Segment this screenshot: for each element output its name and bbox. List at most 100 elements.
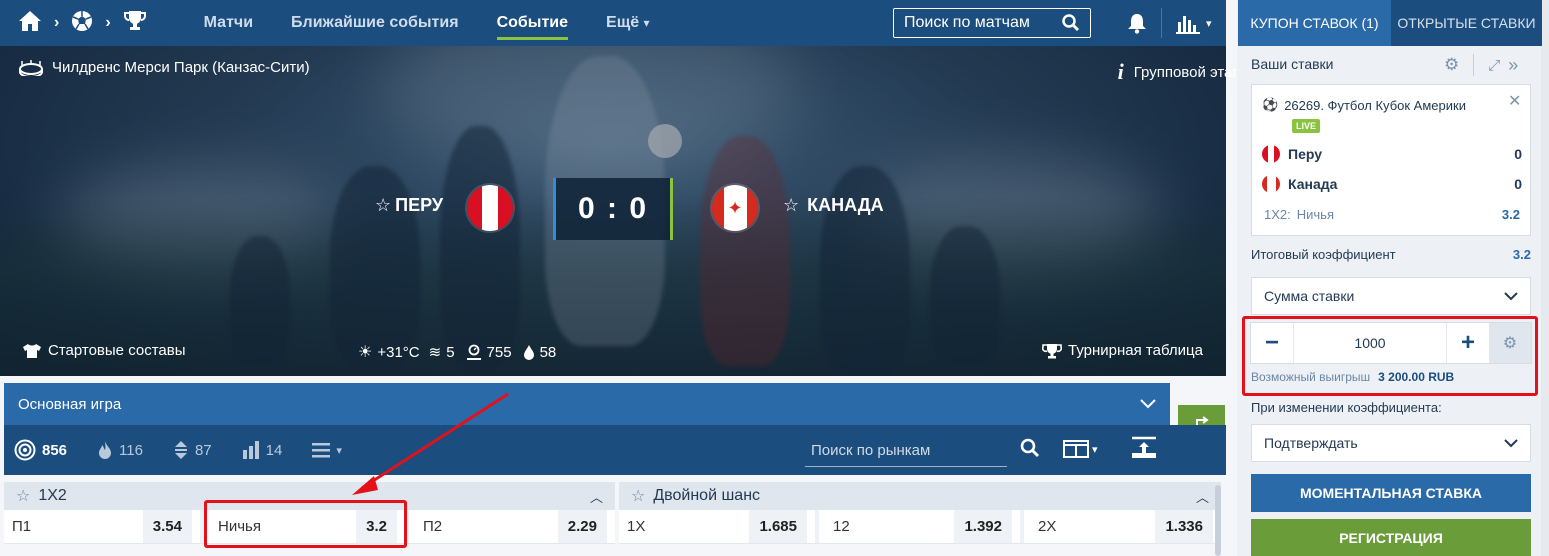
market-filter-bar: 856 116 87 14 ▾ xyxy=(4,425,1226,475)
outcome-1x[interactable]: 1X 1.685 xyxy=(619,510,819,543)
trophy-icon[interactable] xyxy=(123,10,147,37)
chevron-down-icon: ▾ xyxy=(1092,443,1098,456)
stats-menu[interactable]: ▾ xyxy=(1176,12,1212,34)
layout-toggle[interactable]: ▾ xyxy=(1063,440,1098,458)
pick-outcome: Ничья xyxy=(1296,207,1334,222)
outcome-row: 1X 1.685 12 1.392 2X 1.336 xyxy=(619,510,1221,544)
team-name: Канада xyxy=(1288,176,1338,192)
star-icon[interactable]: ☆ xyxy=(631,486,645,506)
tab-open-bets[interactable]: ОТКРЫТЫЕ СТАВКИ xyxy=(1391,0,1542,46)
away-team: ☆ КАНАДА xyxy=(783,195,884,216)
weather-info: ☀ +31°C ≋ 5 755 58 xyxy=(358,342,556,362)
outcome-odd: 2.29 xyxy=(557,510,607,543)
canada-flag-icon: ✦ xyxy=(712,185,758,231)
home-icon[interactable] xyxy=(18,10,42,37)
chevron-down-icon: ▾ xyxy=(1206,17,1212,30)
total-odds-value: 3.2 xyxy=(1512,247,1531,262)
filter-all[interactable]: 856 xyxy=(4,439,77,461)
outcome-12[interactable]: 12 1.392 xyxy=(819,510,1024,543)
main-menu: Матчи Ближайшие события Событие Ещё ▾ xyxy=(185,0,669,46)
away-team-name[interactable]: КАНАДА xyxy=(807,195,883,216)
divider xyxy=(1473,54,1475,76)
info-icon[interactable]: i xyxy=(1118,59,1124,85)
pressure: 755 xyxy=(486,343,512,361)
outcome-odd: 1.392 xyxy=(954,510,1012,543)
star-icon[interactable]: ☆ xyxy=(783,195,799,216)
outcome-away[interactable]: П2 2.29 xyxy=(409,510,615,543)
match-search-button[interactable]: Поиск по матчам xyxy=(893,8,1091,38)
pick-odd: 3.2 xyxy=(1501,207,1520,222)
outcome-label: П2 xyxy=(423,518,443,535)
scrollbar[interactable] xyxy=(1215,485,1221,556)
outcome-label: 1X xyxy=(627,518,646,535)
soccer-ball-icon[interactable] xyxy=(71,10,93,37)
peru-flag-icon xyxy=(1262,145,1280,163)
market-title: 1X2 xyxy=(38,487,67,504)
home-team: ☆ ПЕРУ xyxy=(375,195,443,216)
outcome-label: 12 xyxy=(833,518,850,535)
chevron-right-icon: › xyxy=(54,14,60,31)
stake-type-label: Сумма ставки xyxy=(1264,288,1355,304)
total-odds: Итоговый коэффициент 3.2 xyxy=(1251,247,1531,262)
team-score: 0 xyxy=(1514,176,1522,192)
search-icon xyxy=(1062,14,1080,32)
star-icon[interactable]: ☆ xyxy=(375,195,391,216)
venue-name: Чилдренс Мерси Парк (Канзас-Сити) xyxy=(52,59,310,76)
odds-change-select[interactable]: Подтверждать xyxy=(1251,424,1531,462)
filter-popular[interactable]: 116 xyxy=(87,440,153,460)
bar-chart-icon xyxy=(1176,16,1200,34)
bell-icon[interactable] xyxy=(1127,12,1147,39)
odds-change-value: Подтверждать xyxy=(1264,435,1358,451)
star-icon[interactable]: ☆ xyxy=(16,486,30,506)
nav-event[interactable]: Событие xyxy=(478,0,587,46)
close-icon[interactable]: ✕ xyxy=(1508,91,1521,111)
venue-info: Чилдренс Мерси Парк (Канзас-Сити) xyxy=(18,59,310,76)
wind-speed: 5 xyxy=(446,343,455,361)
register-button[interactable]: РЕГИСТРАЦИЯ xyxy=(1251,519,1531,556)
chevron-down-icon xyxy=(1504,291,1518,300)
columns-icon xyxy=(1063,440,1089,458)
outcome-label: П1 xyxy=(12,518,32,535)
outcome-2x[interactable]: 2X 1.336 xyxy=(1024,510,1221,543)
lineups-link[interactable]: Стартовые составы xyxy=(22,342,186,359)
team-score: 0 xyxy=(1514,146,1522,162)
filter-totals[interactable]: 87 xyxy=(163,440,222,460)
market-group-select[interactable]: Основная игра xyxy=(4,383,1170,425)
chevron-up-icon[interactable]: ︿ xyxy=(1196,487,1209,506)
standings-link[interactable]: Турнирная таблица xyxy=(1042,342,1203,359)
page-scrollbar[interactable] xyxy=(1541,0,1549,556)
humidity-icon xyxy=(523,345,534,360)
stake-type-select[interactable]: Сумма ставки xyxy=(1251,277,1531,315)
market-header[interactable]: ☆ Двойной шанс ︿ xyxy=(619,482,1221,510)
highlight-frame xyxy=(204,500,407,548)
bet-slip-tabs: КУПОН СТАВОК (1) ОТКРЫТЫЕ СТАВКИ xyxy=(1238,0,1542,46)
bet-event-title: 26269. Футбол Кубок Америки xyxy=(1284,97,1466,113)
instant-bet-button[interactable]: МОМЕНТАЛЬНАЯ СТАВКА xyxy=(1251,474,1531,512)
filter-stats[interactable]: 14 xyxy=(232,440,293,460)
double-chevron-right-icon[interactable]: » xyxy=(1508,55,1518,76)
home-team-name[interactable]: ПЕРУ xyxy=(395,195,443,216)
chevron-up-icon[interactable]: ︿ xyxy=(590,487,603,506)
bet-event: ⚽ 26269. Футбол Кубок Америки xyxy=(1262,97,1466,113)
nav-upcoming[interactable]: Ближайшие события xyxy=(272,0,478,46)
divider xyxy=(1161,8,1162,38)
match-search-label: Поиск по матчам xyxy=(904,14,1030,31)
bars-icon xyxy=(242,441,259,459)
gear-icon[interactable]: ⚙ xyxy=(1444,55,1459,75)
expand-icon[interactable]: ⤢ xyxy=(1488,57,1500,74)
lineups-label: Стартовые составы xyxy=(48,342,186,359)
bet-pick: 1X2: Ничья 3.2 xyxy=(1264,207,1520,222)
standings-label: Турнирная таблица xyxy=(1068,342,1203,359)
team-row: Перу 0 xyxy=(1262,145,1522,163)
tab-coupon[interactable]: КУПОН СТАВОК (1) xyxy=(1238,0,1391,46)
nav-more[interactable]: Ещё ▾ xyxy=(587,0,669,46)
collapse-all-icon[interactable] xyxy=(1131,436,1157,465)
market-search-input[interactable]: Поиск по рынкам xyxy=(805,435,1007,467)
search-icon[interactable] xyxy=(1020,438,1040,463)
fire-icon xyxy=(99,441,112,459)
filter-count: 116 xyxy=(119,441,143,459)
nav-matches[interactable]: Матчи xyxy=(185,0,272,46)
outcome-home[interactable]: П1 3.54 xyxy=(4,510,204,543)
your-bets-label: Ваши ставки xyxy=(1251,56,1334,72)
outcome-odd: 3.54 xyxy=(142,510,192,543)
